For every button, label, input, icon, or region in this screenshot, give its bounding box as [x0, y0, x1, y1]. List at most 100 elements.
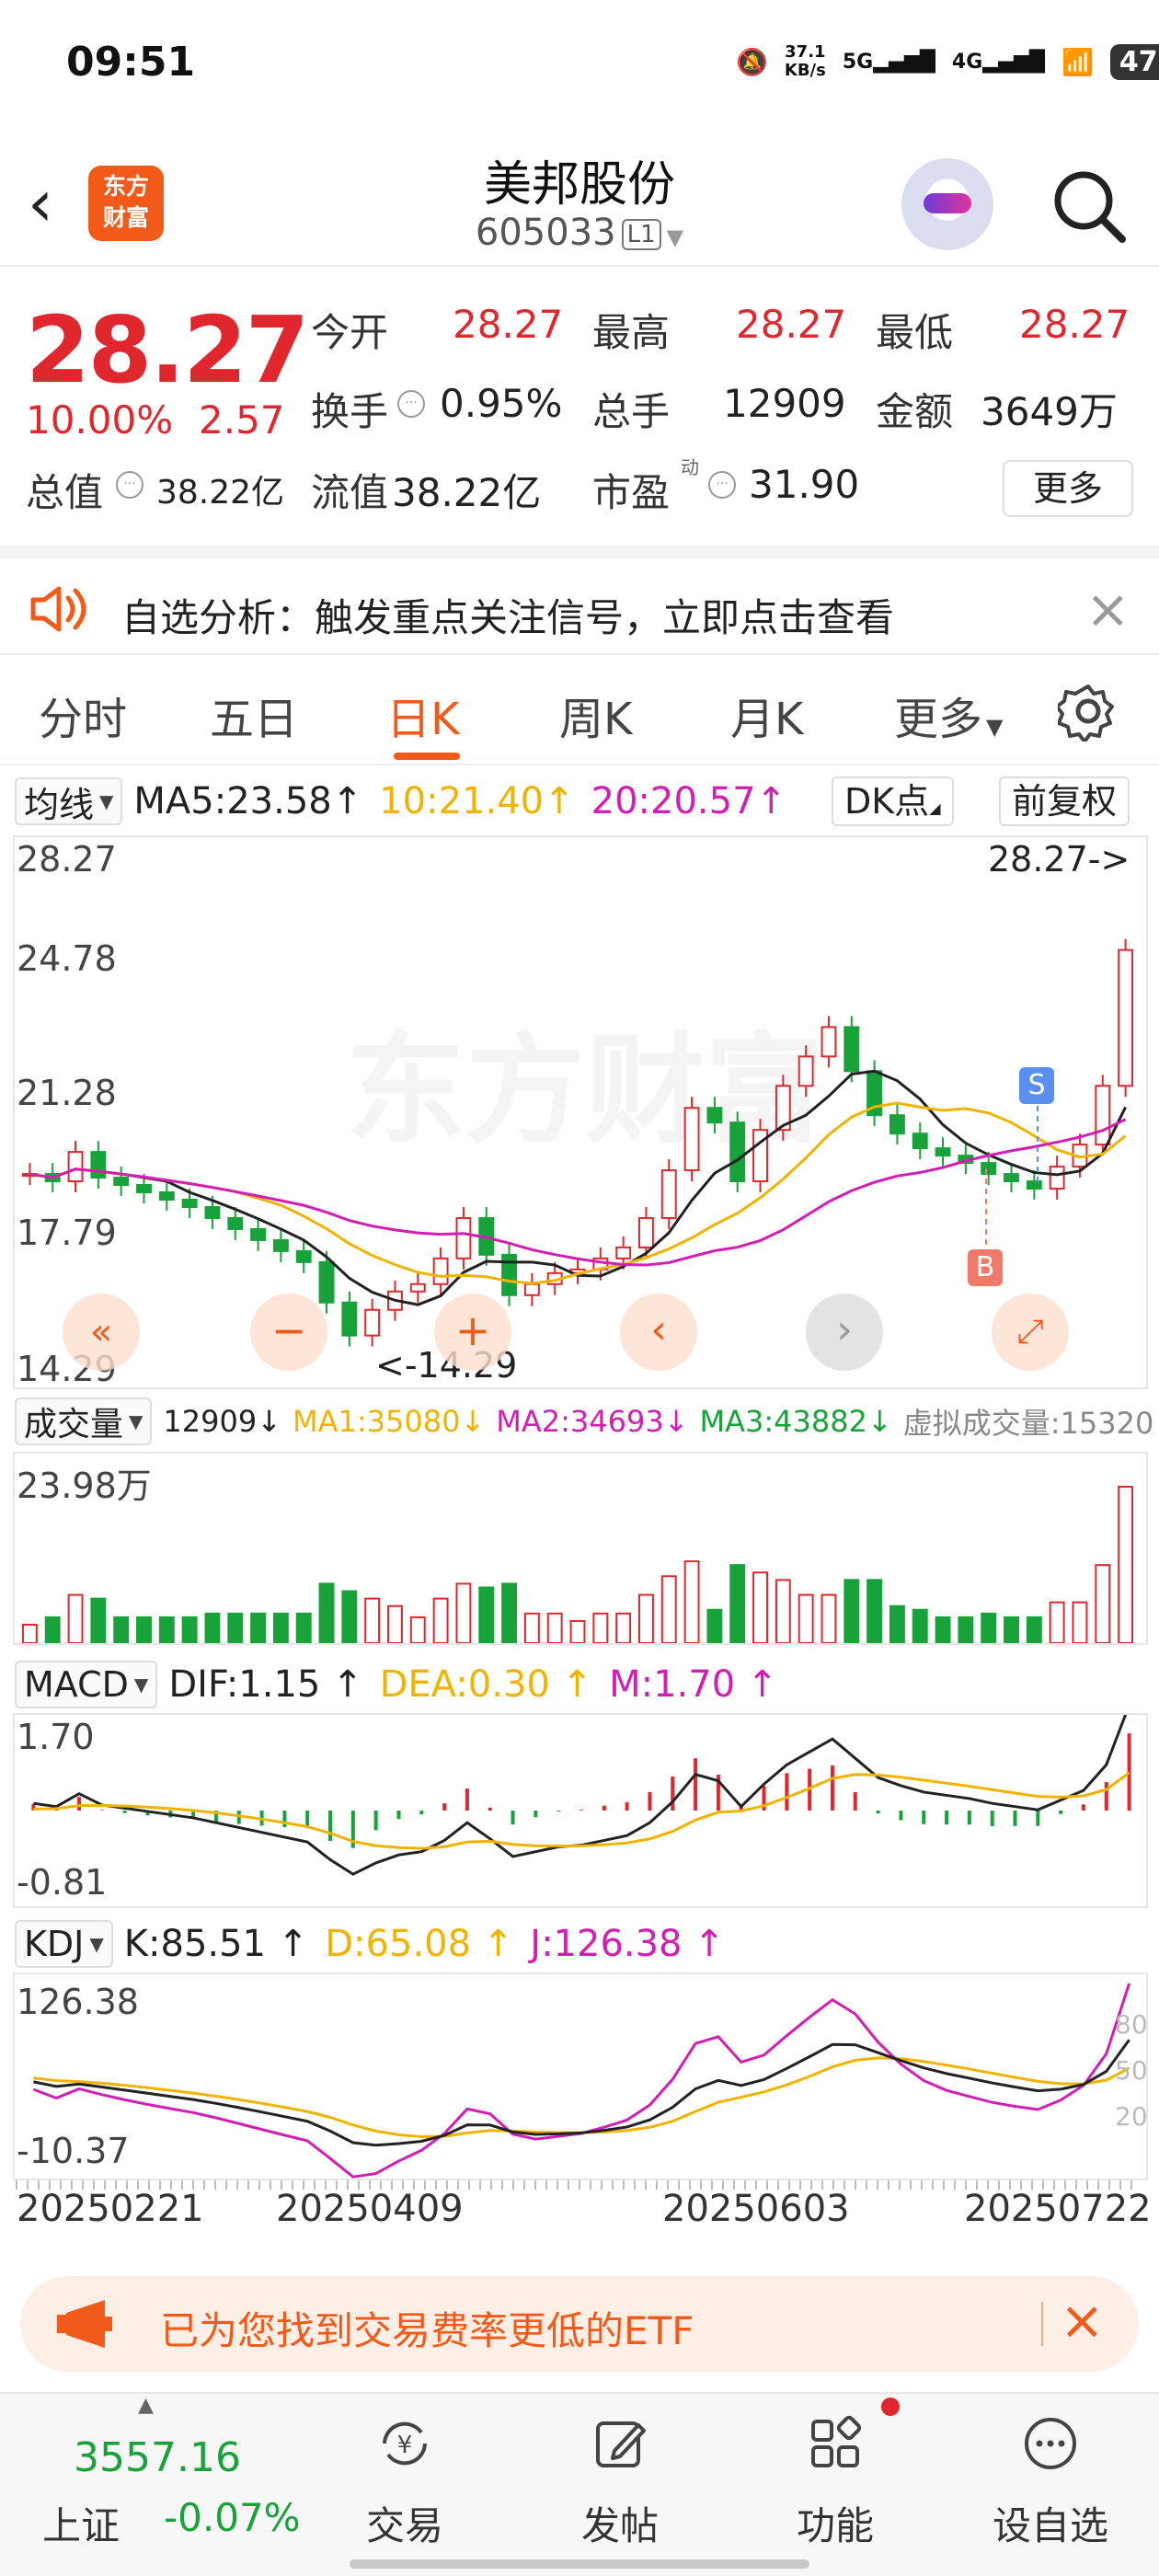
float-value: 38.22亿: [392, 470, 542, 515]
info-icon[interactable]: ···: [397, 390, 425, 418]
last-price-tag: 28.27->: [988, 839, 1130, 880]
volume-bar: [935, 1616, 951, 1643]
volume-bar: [295, 1612, 312, 1643]
candle-body: [798, 1055, 814, 1087]
nav-functions-label: 功能: [796, 2503, 874, 2548]
virtual-volume: 虚拟成交量:15320: [902, 1406, 1154, 1441]
search-icon[interactable]: [1047, 164, 1130, 247]
date-axis: 20250221 20250409 20250603 20250722: [0, 2180, 1159, 2248]
date-label-1: 20250221: [17, 2188, 204, 2230]
tab-daily-k[interactable]: 日K: [386, 683, 459, 747]
candlestick-chart[interactable]: 东方财富 28.27 24.78 21.28 17.79 14.29 28.27…: [13, 835, 1148, 1389]
info-icon[interactable]: ···: [708, 471, 736, 499]
volume-bar: [364, 1597, 381, 1643]
scroll-left-fast-icon[interactable]: «: [63, 1294, 140, 1371]
etf-promo-banner[interactable]: 已为您找到交易费率更低的ETF ×: [20, 2276, 1139, 2372]
volume-dropdown-label: 成交量: [24, 1406, 124, 1443]
scroll-right-icon[interactable]: ›: [806, 1294, 883, 1371]
zoom-out-icon[interactable]: −: [250, 1294, 327, 1371]
volume-bar: [158, 1616, 175, 1643]
nav-functions[interactable]: 功能: [743, 2394, 927, 2559]
sell-signal-badge[interactable]: S: [1019, 1067, 1054, 1104]
vol-ma3-text: MA3:43882: [699, 1404, 867, 1439]
more-button[interactable]: 更多: [1003, 460, 1133, 517]
macd-bottom-label: -0.81: [17, 1862, 108, 1903]
chevron-down-icon: ▼: [129, 1410, 143, 1432]
ma10-value: 10:21.40↑: [379, 780, 575, 822]
assistant-robot-icon[interactable]: [901, 158, 993, 250]
close-icon[interactable]: ×: [1085, 578, 1130, 640]
volume-bar: [729, 1564, 746, 1643]
amount-value: 3649万: [981, 389, 1118, 434]
k-text: K:85.51: [123, 1923, 266, 1965]
fullscreen-icon[interactable]: ⤢: [992, 1294, 1069, 1371]
volume-bar: [1095, 1564, 1111, 1643]
mcap-value: 38.22亿: [156, 474, 285, 512]
chevron-down-icon: ▼: [986, 714, 1004, 740]
high-label: 最高: [592, 310, 671, 355]
volume-dropdown[interactable]: 成交量 ▼: [15, 1397, 153, 1445]
more-dots-icon: [1025, 2418, 1076, 2469]
gear-icon[interactable]: [1058, 681, 1119, 742]
volume-bar: [958, 1616, 974, 1643]
kdj-chart[interactable]: 126.38 -10.37 80 50 20: [13, 1972, 1148, 2180]
nav-trade[interactable]: ¥ 交易: [313, 2394, 497, 2559]
open-value: 28.27: [453, 302, 564, 347]
index-ticker[interactable]: ▲ 3557.16 上证 -0.07%: [0, 2394, 313, 2559]
j-value: J:126.38 ↑: [530, 1923, 725, 1965]
level-tag: L1: [621, 219, 661, 250]
index-value: 3557.16: [74, 2434, 241, 2481]
tab-more[interactable]: 更多 ▼: [894, 683, 1003, 747]
candle-body: [638, 1216, 654, 1248]
nav-add-watchlist[interactable]: 设自选: [958, 2394, 1142, 2559]
candle-body: [250, 1227, 267, 1241]
kdj-dropdown[interactable]: KDJ ▼: [15, 1920, 113, 1968]
macd-svg: [31, 1715, 1131, 1876]
kdj-dropdown-label: KDJ: [24, 1924, 85, 1964]
volume-chart[interactable]: 23.98万: [13, 1452, 1148, 1645]
watermark-text: 东方财富: [346, 1020, 824, 1160]
scroll-left-icon[interactable]: ‹: [620, 1294, 697, 1371]
tab-five-day[interactable]: 五日: [210, 683, 298, 747]
dk-point-label: DK点: [844, 781, 930, 822]
volume-bar: [981, 1612, 997, 1643]
notification-dot: [881, 2398, 900, 2416]
stock-code: 605033: [475, 212, 616, 254]
edit-icon: [596, 2421, 646, 2467]
tab-intraday[interactable]: 分时: [39, 683, 127, 747]
adjust-mode-button[interactable]: 前复权: [999, 776, 1130, 826]
net-speed-value: 37.1: [785, 42, 826, 62]
trade-icon: ¥: [383, 2421, 427, 2466]
tab-weekly-k[interactable]: 周K: [559, 683, 632, 747]
kdj-level-20: 20: [1115, 2101, 1148, 2132]
zoom-in-icon[interactable]: +: [434, 1294, 511, 1371]
buy-signal-badge[interactable]: B: [968, 1249, 1003, 1286]
d-text: D:65.08: [325, 1923, 472, 1965]
candle-body: [67, 1151, 84, 1183]
grid-apps-icon: [811, 2415, 862, 2467]
candle-body: [158, 1191, 175, 1201]
turnover-value: 0.95%: [440, 381, 563, 426]
dk-point-button[interactable]: DK点◢: [832, 776, 954, 826]
info-icon[interactable]: ···: [116, 471, 143, 499]
tab-monthly-k[interactable]: 月K: [730, 683, 803, 747]
nav-post[interactable]: 发帖: [528, 2394, 712, 2559]
close-icon[interactable]: ×: [1060, 2289, 1105, 2352]
candle-body: [1095, 1085, 1111, 1146]
volume-bar: [615, 1612, 632, 1643]
vol-ma2: MA2:34693↓: [496, 1404, 689, 1439]
volume-max-label: 23.98万: [17, 1466, 152, 1506]
vol-ma1: MA1:35080↓: [293, 1404, 486, 1439]
volume-indicator-bar: 成交量 ▼ 12909↓ MA1:35080↓ MA2:34693↓ MA3:43…: [0, 1393, 1159, 1450]
candle-body: [981, 1162, 997, 1176]
date-label-3: 20250603: [662, 2188, 850, 2230]
ma-indicator-bar: 均线 ▼ MA5:23.58↑ 10:21.40↑ 20:20.57↑: [0, 773, 1159, 830]
macd-dropdown[interactable]: MACD ▼: [15, 1661, 158, 1708]
notice-bar[interactable]: 自选分析：触发重点关注信号，立即点击查看 ×: [0, 559, 1159, 655]
turnover-label: 换手: [311, 389, 389, 434]
index-name: 上证: [42, 2503, 120, 2548]
macd-chart[interactable]: 1.70 -0.81: [13, 1713, 1148, 1908]
ma-dropdown[interactable]: 均线 ▼: [15, 777, 123, 825]
ma5-text: MA5:23.58: [133, 780, 332, 822]
candle-body: [1026, 1180, 1042, 1190]
